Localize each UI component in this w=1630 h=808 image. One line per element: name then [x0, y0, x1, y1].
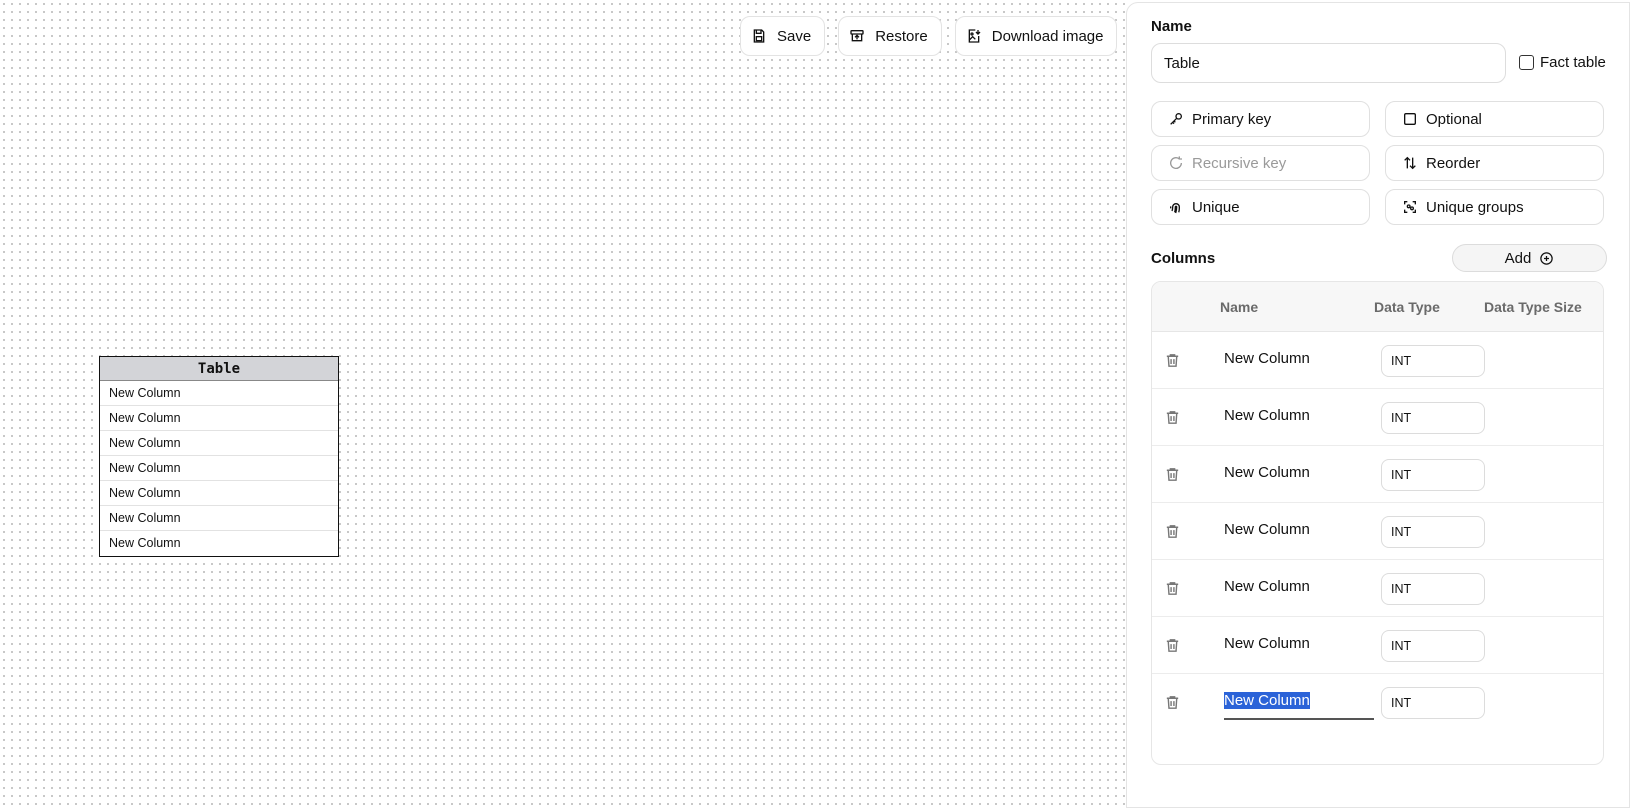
- column-name-field[interactable]: New Column: [1224, 407, 1310, 424]
- trash-icon[interactable]: [1164, 580, 1181, 597]
- column-name-field[interactable]: New Column: [1224, 464, 1310, 481]
- erd-table-title: Table: [100, 357, 338, 381]
- fingerprint-icon: [1170, 203, 1181, 214]
- table-row: New Column INT: [1152, 560, 1603, 617]
- erd-column-row: New Column: [100, 456, 338, 481]
- table-row: New Column INT: [1152, 389, 1603, 446]
- trash-icon[interactable]: [1164, 352, 1181, 369]
- save-label: Save: [777, 27, 812, 45]
- data-type-select[interactable]: INT: [1381, 402, 1485, 434]
- name-label: Name: [1151, 18, 1192, 35]
- table-row: New Column INT: [1152, 674, 1603, 731]
- columns-label: Columns: [1151, 250, 1216, 267]
- recursive-key-button[interactable]: Recursive key: [1151, 145, 1370, 181]
- unique-label: Unique: [1192, 198, 1240, 216]
- trash-icon[interactable]: [1164, 466, 1181, 483]
- table-row: New Column INT: [1152, 446, 1603, 503]
- column-name-field-active[interactable]: New Column: [1224, 692, 1374, 720]
- header-data-type-size: Data Type Size: [1484, 299, 1582, 315]
- primary-key-button[interactable]: Primary key: [1151, 101, 1370, 137]
- archive-restore-icon: [850, 30, 864, 42]
- columns-table: Name Data Type Data Type Size New Column…: [1151, 281, 1604, 765]
- trash-icon[interactable]: [1164, 637, 1181, 654]
- checkbox-box[interactable]: [1519, 55, 1534, 70]
- download-image-label: Download image: [991, 27, 1104, 45]
- reorder-button[interactable]: Reorder: [1385, 145, 1604, 181]
- columns-table-header: Name Data Type Data Type Size: [1152, 282, 1603, 332]
- data-type-select[interactable]: INT: [1381, 573, 1485, 605]
- table-editor-panel: Name Fact table Primary key Optional Rec…: [1126, 2, 1630, 808]
- erd-column-row: New Column: [100, 381, 338, 406]
- restore-label: Restore: [875, 27, 928, 45]
- table-row: New Column INT: [1152, 332, 1603, 389]
- column-name-field[interactable]: New Column: [1224, 521, 1310, 538]
- erd-column-row: New Column: [100, 506, 338, 531]
- restore-button[interactable]: Restore: [838, 16, 942, 56]
- data-type-select[interactable]: INT: [1381, 345, 1485, 377]
- unique-groups-label: Unique groups: [1426, 198, 1524, 216]
- data-type-select[interactable]: INT: [1381, 459, 1485, 491]
- scan-group-icon: [1404, 201, 1416, 213]
- column-name-field[interactable]: New Column: [1224, 635, 1310, 652]
- trash-icon[interactable]: [1164, 694, 1181, 711]
- erd-column-row: New Column: [100, 406, 338, 431]
- table-row: New Column INT: [1152, 503, 1603, 560]
- image-download-icon: [968, 29, 981, 43]
- optional-label: Optional: [1426, 110, 1482, 128]
- table-name-input[interactable]: [1151, 43, 1506, 83]
- recursive-key-label: Recursive key: [1192, 154, 1287, 172]
- save-button[interactable]: Save: [740, 16, 826, 56]
- reorder-label: Reorder: [1426, 154, 1481, 172]
- table-row: New Column INT: [1152, 617, 1603, 674]
- column-name-field[interactable]: New Column: [1224, 350, 1310, 367]
- header-data-type: Data Type: [1374, 299, 1440, 315]
- unique-button[interactable]: Unique: [1151, 189, 1370, 225]
- data-type-select[interactable]: INT: [1381, 516, 1485, 548]
- key-icon: [1170, 113, 1182, 125]
- erd-column-row: New Column: [100, 481, 338, 506]
- data-type-select[interactable]: INT: [1381, 687, 1485, 719]
- trash-icon[interactable]: [1164, 523, 1181, 540]
- column-name-field[interactable]: New Column: [1224, 578, 1310, 595]
- download-image-button[interactable]: Download image: [954, 16, 1118, 56]
- fact-table-label: Fact table: [1540, 54, 1606, 71]
- erd-table-node[interactable]: Table New Column New Column New Column N…: [99, 356, 339, 557]
- fact-table-checkbox[interactable]: Fact table: [1519, 54, 1606, 71]
- canvas-toolbar: Save Restore Download image: [740, 16, 1118, 56]
- add-column-button[interactable]: Add: [1452, 244, 1607, 272]
- erd-column-row: New Column: [100, 431, 338, 456]
- data-type-select[interactable]: INT: [1381, 630, 1485, 662]
- arrow-up-down-icon: [1404, 156, 1416, 170]
- plus-circle-icon: [1540, 251, 1554, 265]
- trash-icon[interactable]: [1164, 409, 1181, 426]
- diagram-canvas[interactable]: Save Restore Download image Table New Co…: [0, 0, 1126, 808]
- refresh-icon: [1170, 156, 1183, 169]
- unique-groups-button[interactable]: Unique groups: [1385, 189, 1604, 225]
- header-name: Name: [1220, 299, 1259, 315]
- primary-key-label: Primary key: [1192, 110, 1272, 128]
- save-icon: [753, 29, 765, 43]
- add-label: Add: [1504, 249, 1532, 267]
- optional-button[interactable]: Optional: [1385, 101, 1604, 137]
- erd-column-row: New Column: [109, 536, 181, 550]
- square-icon: [1404, 113, 1416, 125]
